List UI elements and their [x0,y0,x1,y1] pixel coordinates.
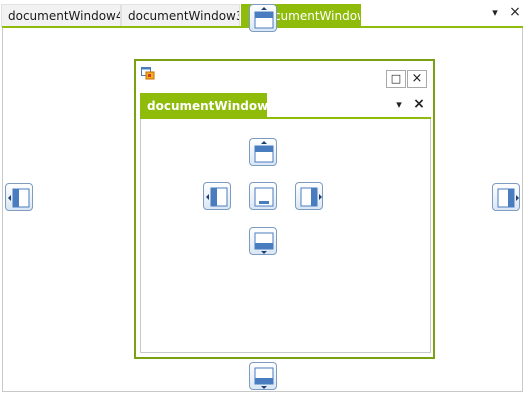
dock-cross-bottom[interactable] [249,227,277,255]
chevron-down-icon: ▾ [396,98,402,111]
dock-left-icon [206,187,228,207]
tab-documentwindow4[interactable]: documentWindow4 [1,4,121,27]
dock-center-icon [254,187,274,207]
dock-top-icon [254,141,274,163]
tab-documentwindow3[interactable]: documentWindow3 [121,4,240,27]
inner-document-area [140,119,431,353]
dock-top-icon [254,7,274,29]
dock-right-icon [497,188,519,208]
inner-close-button[interactable]: × [412,97,426,111]
dock-bottom-icon [254,232,274,254]
app-window-icon [141,67,155,80]
dock-cross-right[interactable] [295,182,323,210]
dock-guide-bottom[interactable] [249,362,277,390]
maximize-icon: □ [390,72,402,85]
chevron-down-icon: ▾ [492,6,498,19]
tab-label: documentWindow4 [8,9,121,23]
close-icon: × [413,96,425,112]
inner-tab-list-dropdown-button[interactable]: ▾ [392,98,406,112]
dock-right-icon [300,187,322,207]
dock-cross-left[interactable] [203,182,231,210]
tab-list-dropdown-button[interactable]: ▾ [488,6,502,20]
close-document-button[interactable]: × [508,5,522,19]
dock-guide-top[interactable] [249,4,277,32]
close-icon: × [509,4,521,20]
dock-cross-center[interactable] [249,182,277,210]
dock-left-icon [8,188,30,208]
floating-window[interactable]: □ × documentWindow1 ▾ × [134,59,435,359]
floating-window-titlebar[interactable]: □ × [136,61,433,91]
maximize-button[interactable]: □ [386,70,406,88]
tab-label: documentWindow1 [147,99,277,113]
tab-documentwindow1[interactable]: documentWindow1 [140,93,277,119]
dock-cross-top[interactable] [249,138,277,166]
dock-guide-right[interactable] [492,183,520,211]
dock-bottom-icon [254,367,274,389]
close-window-button[interactable]: × [407,70,427,88]
close-icon: × [411,71,423,86]
dock-guide-left[interactable] [5,183,33,211]
tab-label: documentWindow3 [128,9,240,23]
